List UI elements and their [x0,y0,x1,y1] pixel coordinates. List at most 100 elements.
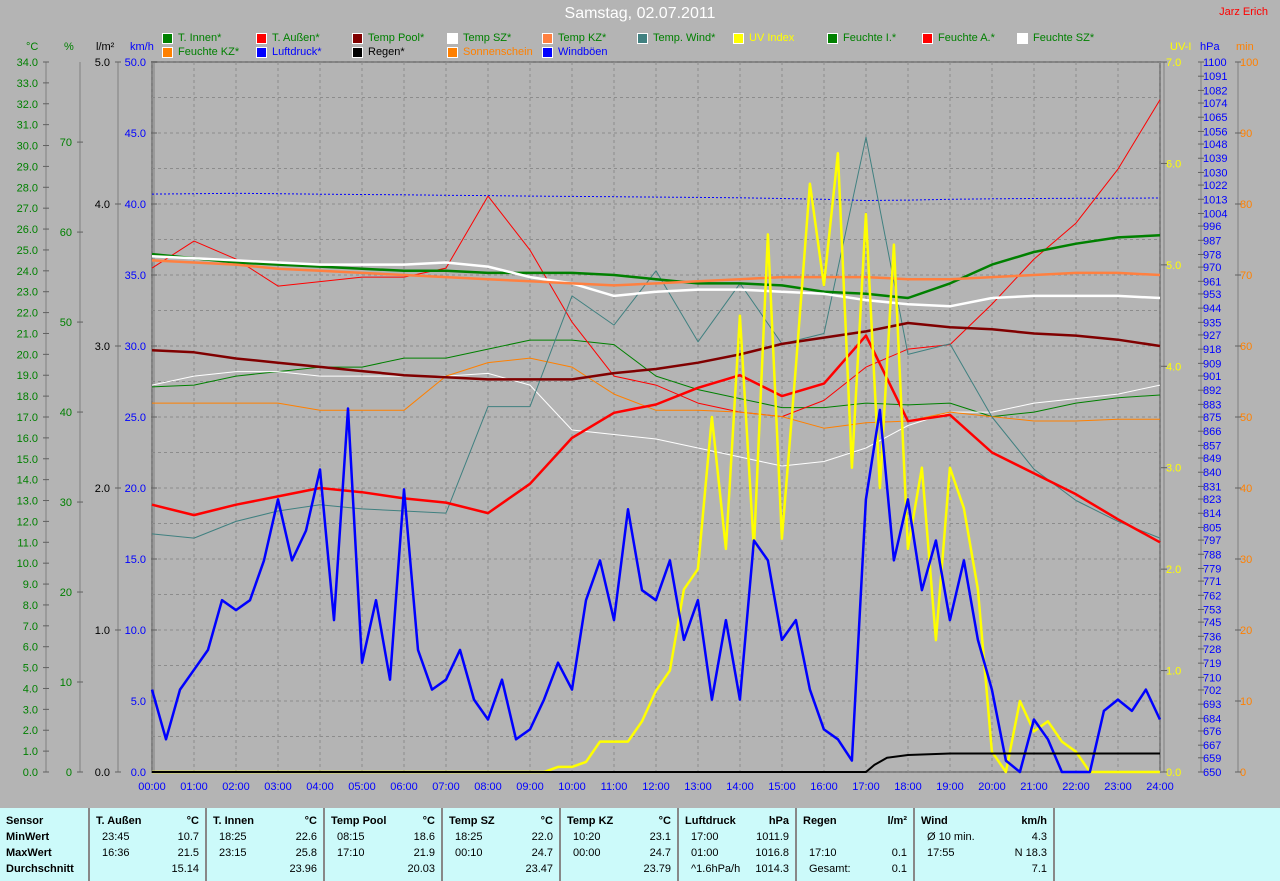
axis-tick-label-hpa: 736 [1203,631,1221,643]
axis-tick-label-hpa: 875 [1203,412,1221,424]
axis-tick-label-hpa: 901 [1203,371,1221,383]
table-cell: Durchschnitt [6,863,74,875]
axis-tick-label-degC: 12.0 [17,516,38,528]
table-cell: 15.14 [171,863,199,875]
table-cell: 10.7 [177,831,199,843]
axis-tick-label-hpa: 684 [1203,713,1221,725]
table-cell: 20.03 [407,863,435,875]
axis-tick-label-kmh: 15.0 [125,554,146,566]
table-row: 17:10 0.1 [803,845,907,861]
table-cell: km/h [1021,815,1047,827]
table-column: T. Innen °C 18:25 22.6 23:15 25.8 23.96 [207,808,325,881]
axis-tick-label-hpa: 1022 [1203,180,1227,192]
table-cell [449,861,455,877]
table-row: 23:15 25.8 [213,845,317,861]
axis-unit-rain: l/m² [96,41,115,53]
axis-unit-degC: °C [26,41,38,53]
axis-tick-label-hpa: 918 [1203,344,1221,356]
axis-tick-label-uv: 6.0 [1166,158,1181,170]
table-column: Temp Pool °C 08:15 18.6 17:10 21.9 20.03 [325,808,443,881]
table-cell: 4.3 [1031,831,1047,843]
table-cell [567,861,573,877]
table-cell: ^1.6hPa/h [691,863,741,875]
table-cell: 18:25 [455,831,483,843]
axis-tick-label-hpa: 797 [1203,535,1221,547]
x-tick-label: 12:00 [642,781,670,793]
axis-tick-label-pct: 50 [60,317,72,329]
table-column: Temp SZ °C 18:25 22.0 00:10 24.7 23.47 [443,808,561,881]
axis-tick-label-hpa: 987 [1203,235,1221,247]
axis-tick-label-degC: 23.0 [17,287,38,299]
table-cell: 23.1 [649,831,671,843]
table-header: T. Außen °C [96,813,199,829]
table-cell: 24.7 [531,847,553,859]
table-cell: Ø 10 min. [927,831,975,843]
axis-tick-label-hpa: 823 [1203,494,1221,506]
axis-tick-label-hpa: 1004 [1203,208,1227,220]
table-column: Sensor MinWert MaxWert Durchschnitt [0,808,90,881]
axis-tick-label-min: 50 [1240,412,1252,424]
axis-tick-label-hpa: 676 [1203,726,1221,738]
axis-tick-label-degC: 29.0 [17,161,38,173]
axis-tick-label-hpa: 702 [1203,685,1221,697]
axis-tick-label-degC: 32.0 [17,99,38,111]
axis-tick-label-degC: 18.0 [17,391,38,403]
table-row: 17:10 21.9 [331,845,435,861]
table-cell: MinWert [6,831,50,843]
table-cell: 22.0 [531,831,553,843]
axis-tick-label-hpa: 961 [1203,276,1221,288]
axis-tick-label-degC: 5.0 [23,663,38,675]
axis-tick-label-hpa: 1056 [1203,126,1227,138]
axis-tick-label-min: 70 [1240,270,1252,282]
table-cell: 25.8 [295,847,317,859]
x-tick-label: 24:00 [1146,781,1174,793]
table-row: 00:10 24.7 [449,845,553,861]
table-cell: 01:00 [691,847,719,859]
table-cell: °C [658,815,671,827]
table-cell: 23.79 [643,863,671,875]
table-cell: 23:15 [219,847,247,859]
axis-tick-label-degC: 28.0 [17,182,38,194]
table-header: Wind km/h [921,813,1047,829]
table-cell: 17:55 [927,847,955,859]
table-row: 7.1 [921,861,1047,877]
table-cell: 18.6 [413,831,435,843]
axis-tick-label-degC: 9.0 [23,579,38,591]
table-row: 16:36 21.5 [96,845,199,861]
axis-unit-min: min [1236,41,1254,53]
x-tick-label: 07:00 [432,781,460,793]
x-tick-label: 22:00 [1062,781,1090,793]
axis-tick-label-kmh: 50.0 [125,57,146,69]
table-cell: 17:00 [691,831,719,843]
axis-tick-label-hpa: 953 [1203,289,1221,301]
table-cell: 7.1 [1031,863,1047,875]
statistics-table: Sensor MinWert MaxWert Durchschnitt T. Außen… [0,808,1280,881]
axis-tick-label-min: 40 [1240,483,1252,495]
table-cell: T. Außen [96,815,142,827]
table-cell: 23:45 [102,831,130,843]
axis-tick-label-pct: 70 [60,137,72,149]
axis-tick-label-degC: 10.0 [17,558,38,570]
axis-tick-label-degC: 33.0 [17,78,38,90]
axis-tick-label-degC: 15.0 [17,454,38,466]
table-row: Durchschnitt [6,861,82,877]
axis-tick-label-min: 30 [1240,554,1252,566]
axis-tick-label-degC: 21.0 [17,328,38,340]
table-row: 10:20 23.1 [567,829,671,845]
table-row: 23.96 [213,861,317,877]
table-cell: 18:25 [219,831,247,843]
axis-tick-label-rain: 3.0 [95,341,110,353]
table-header: Luftdruck hPa [685,813,789,829]
table-row: 23.47 [449,861,553,877]
axis-tick-label-degC: 14.0 [17,475,38,487]
axis-tick-label-degC: 3.0 [23,704,38,716]
table-cell: °C [540,815,553,827]
table-row: 01:00 1016.8 [685,845,789,861]
axis-tick-label-min: 0 [1240,767,1246,779]
table-column: Luftdruck hPa 17:00 1011.9 01:00 1016.8 ^1.6hP… [679,808,797,881]
axis-tick-label-hpa: 1074 [1203,98,1227,110]
x-tick-label: 23:00 [1104,781,1132,793]
axis-tick-label-min: 10 [1240,696,1252,708]
x-tick-label: 01:00 [180,781,208,793]
axis-tick-label-kmh: 40.0 [125,199,146,211]
